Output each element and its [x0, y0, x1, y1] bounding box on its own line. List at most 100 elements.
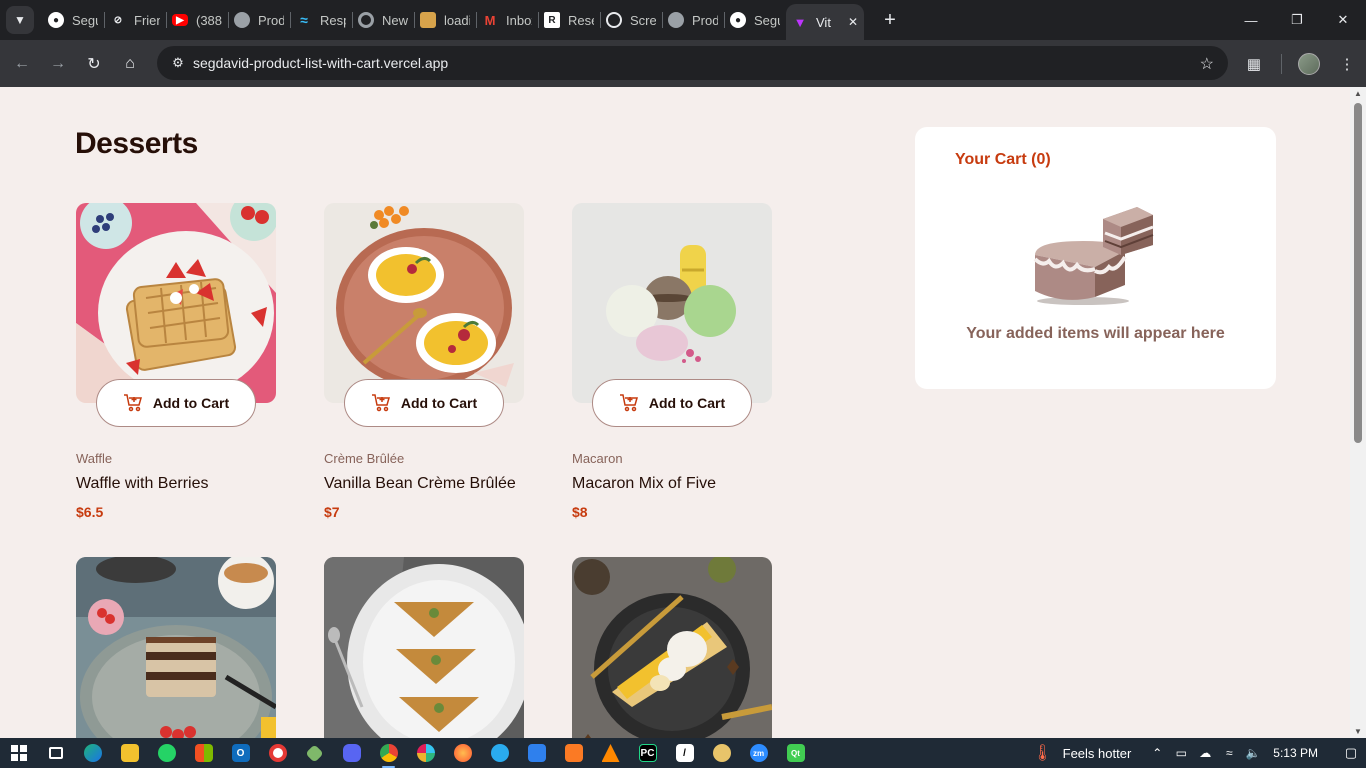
globe-icon	[668, 12, 684, 28]
bookmark-star-icon[interactable]: ☆	[1200, 54, 1214, 74]
browser-tab[interactable]: Produc	[662, 0, 724, 40]
system-tray: 🌡 Feels hotter ⌃ ▭ ☁ ≈ 🔈 5:13 PM ▢	[1032, 738, 1366, 768]
browser-tab[interactable]: Produc	[228, 0, 290, 40]
reload-icon[interactable]: ↻	[76, 46, 112, 82]
tailwind-icon: ≈	[300, 12, 308, 28]
browser-tab[interactable]: ● Segundo	[42, 0, 104, 40]
taskbar-git[interactable]	[296, 738, 333, 768]
battery-icon[interactable]: ▭	[1169, 746, 1193, 760]
close-window-icon[interactable]: ✕	[1320, 0, 1366, 40]
forward-icon[interactable]: →	[40, 46, 76, 82]
taskbar-discord[interactable]	[333, 738, 370, 768]
windows-taskbar: O PC / zm Qt 🌡 Feels hotter ⌃ ▭ ☁ ≈ 🔈 5:…	[0, 738, 1366, 768]
taskbar-whatsapp[interactable]	[148, 738, 185, 768]
task-view-button[interactable]	[37, 738, 74, 768]
browser-tab[interactable]: New Ta	[352, 0, 414, 40]
start-button[interactable]	[0, 738, 37, 768]
browser-tab[interactable]: ● Segund	[724, 0, 786, 40]
scroll-up-icon[interactable]: ▲	[1354, 89, 1362, 98]
profile-avatar[interactable]	[1290, 46, 1328, 82]
browser-tab[interactable]: Screen	[600, 0, 662, 40]
taskbar-store[interactable]	[185, 738, 222, 768]
extensions-icon[interactable]: ▦	[1235, 46, 1273, 82]
back-icon[interactable]: ←	[4, 46, 40, 82]
chevron-up-icon[interactable]: ⌃	[1145, 746, 1169, 760]
onedrive-icon[interactable]: ☁	[1193, 746, 1217, 760]
browser-toolbar: ← → ↻ ⌂ ⚙ segdavid-product-list-with-car…	[0, 40, 1366, 87]
empty-cart-cake-icon	[1033, 207, 1154, 305]
edge-icon	[83, 744, 102, 762]
add-to-cart-button[interactable]: Add to Cart	[344, 379, 504, 427]
taskbar-zoom[interactable]: zm	[740, 738, 777, 768]
taskbar-edge[interactable]	[74, 738, 111, 768]
taskbar-vlc[interactable]	[592, 738, 629, 768]
product-card: Add to Cart Macaron Macaron Mix of Five …	[572, 203, 772, 520]
page-scrollbar[interactable]: ▲ ▼	[1350, 87, 1366, 738]
product-name: Vanilla Bean Crème Brûlée	[324, 475, 516, 492]
vscode-icon	[527, 744, 546, 762]
taskbar-vscode[interactable]	[518, 738, 555, 768]
gmail-icon: M	[484, 12, 496, 28]
link-icon: ⊘	[113, 14, 123, 26]
record-icon	[268, 744, 287, 762]
close-tab-icon[interactable]: ✕	[848, 15, 858, 29]
chevron-down-icon: ▼	[14, 13, 26, 27]
github-icon: ●	[48, 12, 64, 28]
cart-panel: Your Cart (0) Your added items will appe…	[915, 127, 1276, 389]
browser-tab[interactable]: loading	[414, 0, 476, 40]
tab-label: Segundo	[72, 12, 98, 28]
scroll-down-icon[interactable]: ▼	[1354, 727, 1362, 736]
browser-tab[interactable]: ▶ (388) H	[166, 0, 228, 40]
browser-tab[interactable]: M Inbox (	[476, 0, 538, 40]
tab-label: Resear	[568, 12, 594, 28]
restore-icon[interactable]: ❐	[1274, 0, 1320, 40]
taskbar-slack[interactable]	[407, 738, 444, 768]
taskbar-pycharm[interactable]: PC	[629, 738, 666, 768]
product-name: Waffle with Berries	[76, 475, 209, 492]
url-text[interactable]: segdavid-product-list-with-cart.vercel.a…	[193, 55, 448, 71]
notification-icon[interactable]: ▢	[1336, 745, 1366, 761]
browser-tab[interactable]: R Resear	[538, 0, 600, 40]
tab-label: loading	[444, 12, 470, 28]
wifi-icon[interactable]: ≈	[1217, 746, 1241, 760]
active-browser-tab[interactable]: ▼ Vit ✕	[786, 4, 864, 40]
add-to-cart-button[interactable]: Add to Cart	[592, 379, 752, 427]
chrome-icon	[358, 12, 374, 28]
taskbar-chrome[interactable]	[370, 738, 407, 768]
taskbar-recorder[interactable]	[259, 738, 296, 768]
taskbar-qt[interactable]: Qt	[777, 738, 814, 768]
scrollbar-thumb[interactable]	[1354, 103, 1362, 443]
site-info-icon[interactable]: ⚙	[163, 55, 193, 71]
taskbar-xampp[interactable]	[555, 738, 592, 768]
add-to-cart-button[interactable]: Add to Cart	[96, 379, 256, 427]
vlc-icon	[601, 744, 620, 762]
product-price: $6.5	[76, 504, 104, 520]
youtube-icon: ▶	[172, 14, 188, 26]
new-tab-button[interactable]: +	[878, 9, 902, 32]
weather-widget[interactable]: 🌡 Feels hotter	[1032, 743, 1131, 763]
address-bar[interactable]: ⚙ segdavid-product-list-with-cart.vercel…	[157, 46, 1228, 80]
add-to-cart-label: Add to Cart	[152, 395, 230, 411]
taskbar-telegram[interactable]	[481, 738, 518, 768]
product-name: Macaron Mix of Five	[572, 475, 717, 492]
tiramisu-image	[76, 557, 276, 738]
browser-tab[interactable]: ⊘ Friendly	[104, 0, 166, 40]
taskbar-app[interactable]	[703, 738, 740, 768]
tab-strip: ● Segundo ⊘ Friendly ▶ (388) H Produc ≈ Resp…	[42, 0, 902, 40]
add-to-cart-icon	[123, 394, 142, 412]
taskbar-firefox[interactable]	[444, 738, 481, 768]
taskbar-notepad[interactable]: /	[666, 738, 703, 768]
volume-icon[interactable]: 🔈	[1241, 746, 1265, 760]
taskbar-clock[interactable]: 5:13 PM	[1273, 746, 1318, 760]
product-category: Crème Brûlée	[324, 451, 405, 466]
taskbar-file-explorer[interactable]	[111, 738, 148, 768]
taskbar-outlook[interactable]: O	[222, 738, 259, 768]
browser-tab[interactable]: ≈ Respon	[290, 0, 352, 40]
puzzle-icon	[420, 12, 436, 28]
tab-search-button[interactable]: ▼	[6, 6, 34, 34]
pycharm-icon: PC	[638, 744, 657, 762]
home-icon[interactable]: ⌂	[112, 46, 148, 82]
menu-kebab-icon[interactable]: ⋮	[1328, 46, 1366, 82]
openai-icon	[606, 12, 622, 28]
minimize-icon[interactable]: —	[1228, 0, 1274, 40]
